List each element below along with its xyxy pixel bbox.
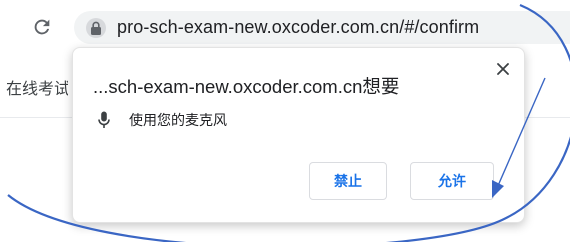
permission-label: 使用您的麦克风 <box>129 112 227 128</box>
block-button[interactable]: 禁止 <box>309 162 387 200</box>
url-text[interactable]: pro-sch-exam-new.oxcoder.com.cn/#/confir… <box>117 17 479 38</box>
prompt-title: ...sch-exam-new.oxcoder.com.cn想要 <box>93 76 400 97</box>
reload-icon[interactable] <box>28 13 56 41</box>
microphone-icon <box>97 110 111 130</box>
page-heading-partial: 在线考试 <box>6 81 68 98</box>
lock-icon[interactable] <box>86 18 106 38</box>
address-bar[interactable]: pro-sch-exam-new.oxcoder.com.cn/#/confir… <box>74 11 570 44</box>
permission-row: 使用您的麦克风 <box>97 108 227 132</box>
permission-prompt: ...sch-exam-new.oxcoder.com.cn想要 使用您的麦克风… <box>72 47 525 223</box>
close-icon[interactable] <box>492 58 514 80</box>
allow-button[interactable]: 允许 <box>410 162 494 200</box>
screenshot-stage: pro-sch-exam-new.oxcoder.com.cn/#/confir… <box>0 0 570 242</box>
